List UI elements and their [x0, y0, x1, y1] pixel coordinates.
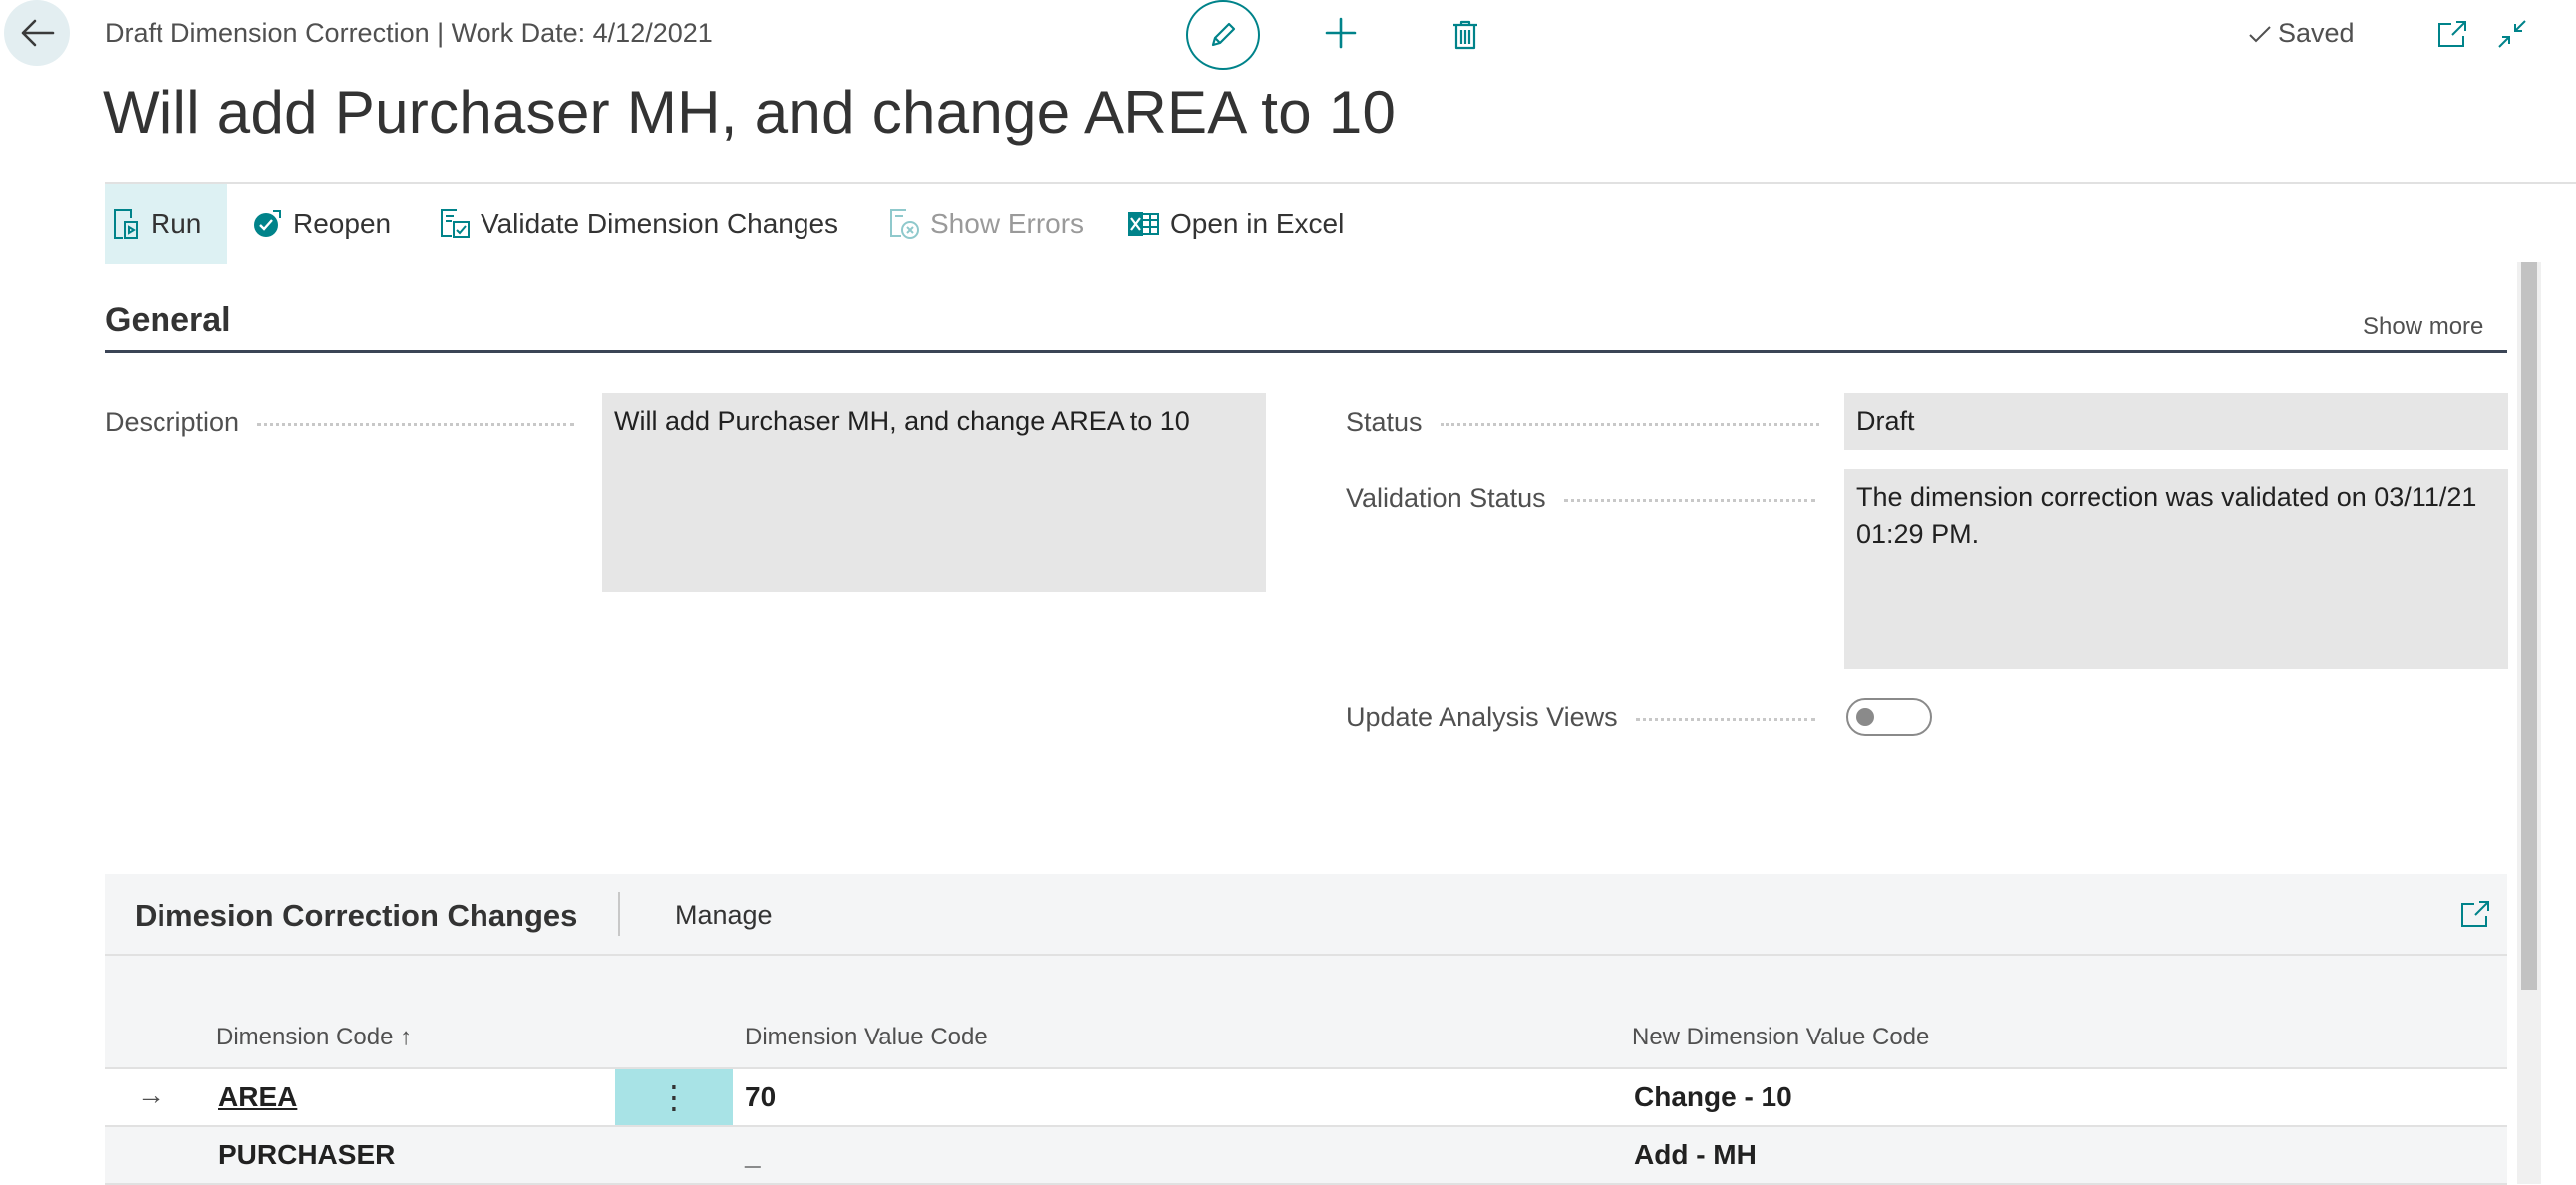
table-row[interactable]: → AREA ⋮ 70 Change - 10	[105, 1069, 2507, 1127]
update-analysis-views-label: Update Analysis Views	[1346, 702, 1618, 732]
edit-button[interactable]	[1186, 0, 1260, 70]
popout-icon	[2438, 21, 2466, 47]
new-button[interactable]	[1316, 8, 1366, 58]
show-errors-icon	[890, 209, 919, 239]
show-more-link[interactable]: Show more	[2363, 313, 2483, 341]
subpage-title[interactable]: Dimesion Correction Changes	[135, 898, 577, 934]
validation-status-field[interactable]: The dimension correction was validated o…	[1844, 469, 2508, 669]
dimension-value-code-cell[interactable]: 70	[745, 1081, 776, 1113]
back-arrow-icon	[21, 19, 55, 47]
new-dimension-value-code-cell[interactable]: Change - 10	[1634, 1081, 1792, 1113]
reopen-label: Reopen	[293, 208, 392, 239]
action-bar: Run Reopen Validate Dimension Changes Sh…	[105, 182, 2576, 264]
run-label: Run	[151, 208, 202, 239]
dimension-correction-changes-part: Dimesion Correction Changes Manage Dimen…	[105, 874, 2507, 1185]
reopen-icon	[254, 210, 281, 237]
open-in-excel-label: Open in Excel	[1170, 208, 1345, 239]
checkmark-icon	[2249, 25, 2271, 42]
saved-status: Saved	[2248, 18, 2355, 49]
current-row-arrow-icon: →	[137, 1079, 164, 1110]
update-analysis-views-label-row: Update Analysis Views	[1346, 702, 1815, 733]
status-field[interactable]: Draft	[1844, 393, 2508, 450]
subpage-header: Dimesion Correction Changes Manage	[105, 874, 2507, 956]
validation-status-label: Validation Status	[1346, 483, 1546, 513]
back-button[interactable]	[4, 0, 70, 66]
leader-dots	[1635, 718, 1815, 721]
saved-label: Saved	[2278, 18, 2355, 48]
delete-button[interactable]	[1446, 10, 1485, 60]
toggle-knob	[1856, 708, 1874, 726]
status-label: Status	[1346, 407, 1423, 437]
dimension-code-cell[interactable]: PURCHASER	[218, 1139, 395, 1171]
column-header-dimension-value-code[interactable]: Dimension Value Code	[745, 1024, 988, 1051]
new-dimension-value-code-cell[interactable]: Add - MH	[1634, 1139, 1757, 1171]
validate-icon	[441, 209, 470, 238]
row-menu-button[interactable]: ⋮	[615, 1069, 733, 1125]
description-field[interactable]: Will add Purchaser MH, and change AREA t…	[602, 393, 1266, 592]
table-row[interactable]: PURCHASER _ Add - MH	[105, 1127, 2507, 1185]
scrollbar-thumb[interactable]	[2521, 262, 2537, 990]
reopen-action[interactable]: Reopen	[251, 184, 391, 264]
excel-icon	[1128, 212, 1159, 236]
pencil-icon	[1211, 22, 1236, 47]
description-label: Description	[105, 407, 240, 437]
open-new-window-button[interactable]	[2432, 14, 2472, 54]
trash-icon	[1453, 20, 1477, 50]
run-icon	[114, 209, 138, 239]
page-caption: Draft Dimension Correction | Work Date: …	[105, 18, 713, 48]
show-errors-label: Show Errors	[930, 208, 1085, 239]
column-header-dimension-code[interactable]: Dimension Code ↑	[216, 1024, 412, 1051]
description-label-row: Description	[105, 407, 575, 438]
more-options-icon: ⋮	[658, 1079, 690, 1115]
validate-dimension-changes-label: Validate Dimension Changes	[481, 208, 839, 239]
leader-dots	[1440, 423, 1819, 426]
expand-button[interactable]	[2457, 896, 2493, 932]
expand-icon	[2461, 901, 2489, 927]
general-section-title[interactable]: General	[105, 301, 231, 340]
column-header-new-dimension-value-code[interactable]: New Dimension Value Code	[1632, 1024, 1929, 1051]
general-divider	[105, 350, 2507, 353]
leader-dots	[1563, 499, 1815, 502]
collapse-button[interactable]	[2492, 14, 2532, 54]
validation-status-label-row: Validation Status	[1346, 483, 1815, 514]
show-errors-action[interactable]: Show Errors	[888, 184, 1084, 264]
header-separator	[618, 892, 620, 936]
dimension-code-cell[interactable]: AREA	[218, 1081, 297, 1113]
manage-menu[interactable]: Manage	[675, 900, 773, 931]
status-label-row: Status	[1346, 407, 1819, 438]
plus-icon	[1325, 17, 1357, 49]
dimension-value-code-cell[interactable]: _	[745, 1139, 761, 1171]
leader-dots	[257, 423, 575, 426]
page-title: Will add Purchaser MH, and change AREA t…	[103, 79, 1397, 146]
validate-dimension-changes-action[interactable]: Validate Dimension Changes	[439, 184, 838, 264]
collapse-icon	[2498, 20, 2526, 48]
update-analysis-views-toggle[interactable]	[1846, 698, 1932, 736]
open-in-excel-action[interactable]: Open in Excel	[1127, 184, 1344, 264]
run-action[interactable]: Run	[105, 184, 228, 264]
